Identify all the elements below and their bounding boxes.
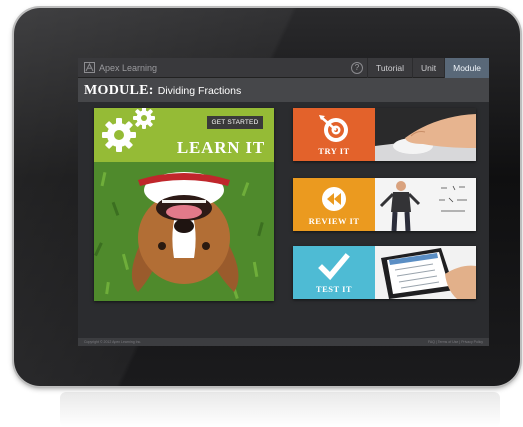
get-started-button[interactable]: GET STARTED <box>207 116 263 129</box>
review-it-tile: REVIEW IT <box>293 178 375 231</box>
dog-photo <box>94 162 274 301</box>
top-bar: Apex Learning ? Tutorial Unit Module <box>78 58 489 78</box>
learn-it-header: GET STARTED LEARN IT <box>94 108 274 162</box>
apex-logo-icon <box>84 62 95 73</box>
test-it-tile: TEST IT <box>293 246 375 299</box>
try-it-tile: TRY IT <box>293 108 375 161</box>
mouse-hand-photo <box>375 108 476 161</box>
app-logo-text: Apex Learning <box>99 62 158 73</box>
rewind-icon <box>322 187 346 211</box>
copyright-text: Copyright © 2012 Apex Learning Inc. <box>84 340 142 344</box>
footer-bar: Copyright © 2012 Apex Learning Inc. FAQ … <box>78 338 489 346</box>
tab-unit[interactable]: Unit <box>411 58 444 78</box>
try-it-card[interactable]: TRY IT <box>293 108 476 161</box>
main-nav: Tutorial Unit Module <box>366 58 489 78</box>
small-gear-icon <box>133 108 155 129</box>
app-screen: Apex Learning ? Tutorial Unit Module MOD… <box>78 58 489 346</box>
page-title: Dividing Fractions <box>157 85 242 97</box>
checkmark-icon <box>318 253 350 281</box>
page-title-bar: MODULE: Dividing Fractions <box>78 78 489 102</box>
review-it-label: REVIEW IT <box>308 216 360 226</box>
footer-links[interactable]: FAQ | Terms of Use | Privacy Policy <box>428 338 483 346</box>
module-label: MODULE: <box>84 83 154 98</box>
review-it-card[interactable]: REVIEW IT <box>293 178 476 231</box>
teacher-whiteboard-photo <box>375 178 476 231</box>
tablet-floor-reflection <box>60 392 500 427</box>
try-it-label: TRY IT <box>318 146 350 156</box>
test-it-card[interactable]: TEST IT <box>293 246 476 299</box>
tab-tutorial[interactable]: Tutorial <box>366 58 412 78</box>
learn-it-card[interactable]: GET STARTED LEARN IT <box>94 108 274 301</box>
target-arrow-icon <box>319 115 348 142</box>
test-it-label: TEST IT <box>315 284 353 294</box>
help-icon[interactable]: ? <box>351 62 363 74</box>
tablet-quiz-photo <box>375 246 476 299</box>
learn-it-title: LEARN IT <box>176 138 265 157</box>
tab-module[interactable]: Module <box>444 58 489 78</box>
tablet-device: Apex Learning ? Tutorial Unit Module MOD… <box>14 8 520 386</box>
